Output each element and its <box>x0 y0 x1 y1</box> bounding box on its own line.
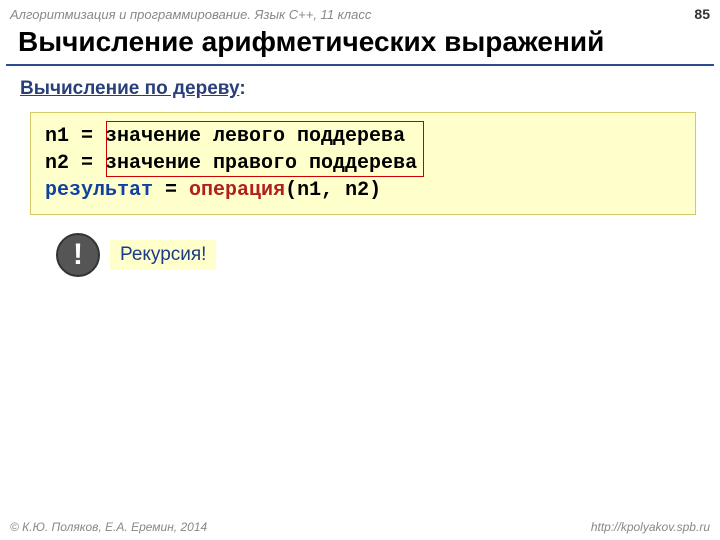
page-title: Вычисление арифметических выражений <box>6 24 714 66</box>
code-text: n2 = <box>45 152 105 175</box>
recursion-callout: ! Рекурсия! <box>56 233 720 277</box>
url-text: http://kpolyakov.spb.ru <box>591 520 710 534</box>
course-label: Алгоритмизация и программирование. Язык … <box>10 7 371 22</box>
operation-keyword: операция <box>189 179 285 202</box>
code-block: n1 = значение левого поддерева n2 = знач… <box>30 112 696 215</box>
code-text: (n1, n2) <box>285 179 381 202</box>
subtitle-text: Вычисление по дереву <box>20 78 239 99</box>
callout-text: Рекурсия! <box>110 240 216 270</box>
slide: Алгоритмизация и программирование. Язык … <box>0 0 720 540</box>
page-number: 85 <box>694 6 710 22</box>
header-bar: Алгоритмизация и программирование. Язык … <box>0 0 720 24</box>
highlight-box <box>106 121 424 177</box>
copyright: © К.Ю. Поляков, Е.А. Еремин, 2014 <box>10 520 207 534</box>
subtitle-colon: : <box>239 78 245 99</box>
code-text: = <box>153 179 189 202</box>
exclamation-mark: ! <box>73 240 83 270</box>
footer: © К.Ю. Поляков, Е.А. Еремин, 2014 http:/… <box>0 520 720 534</box>
section-subtitle: Вычисление по дереву: <box>0 66 720 108</box>
code-line-3: результат = операция(n1, n2) <box>45 177 681 204</box>
result-keyword: результат <box>45 179 153 202</box>
code-text: n1 = <box>45 125 105 148</box>
exclamation-icon: ! <box>56 233 100 277</box>
